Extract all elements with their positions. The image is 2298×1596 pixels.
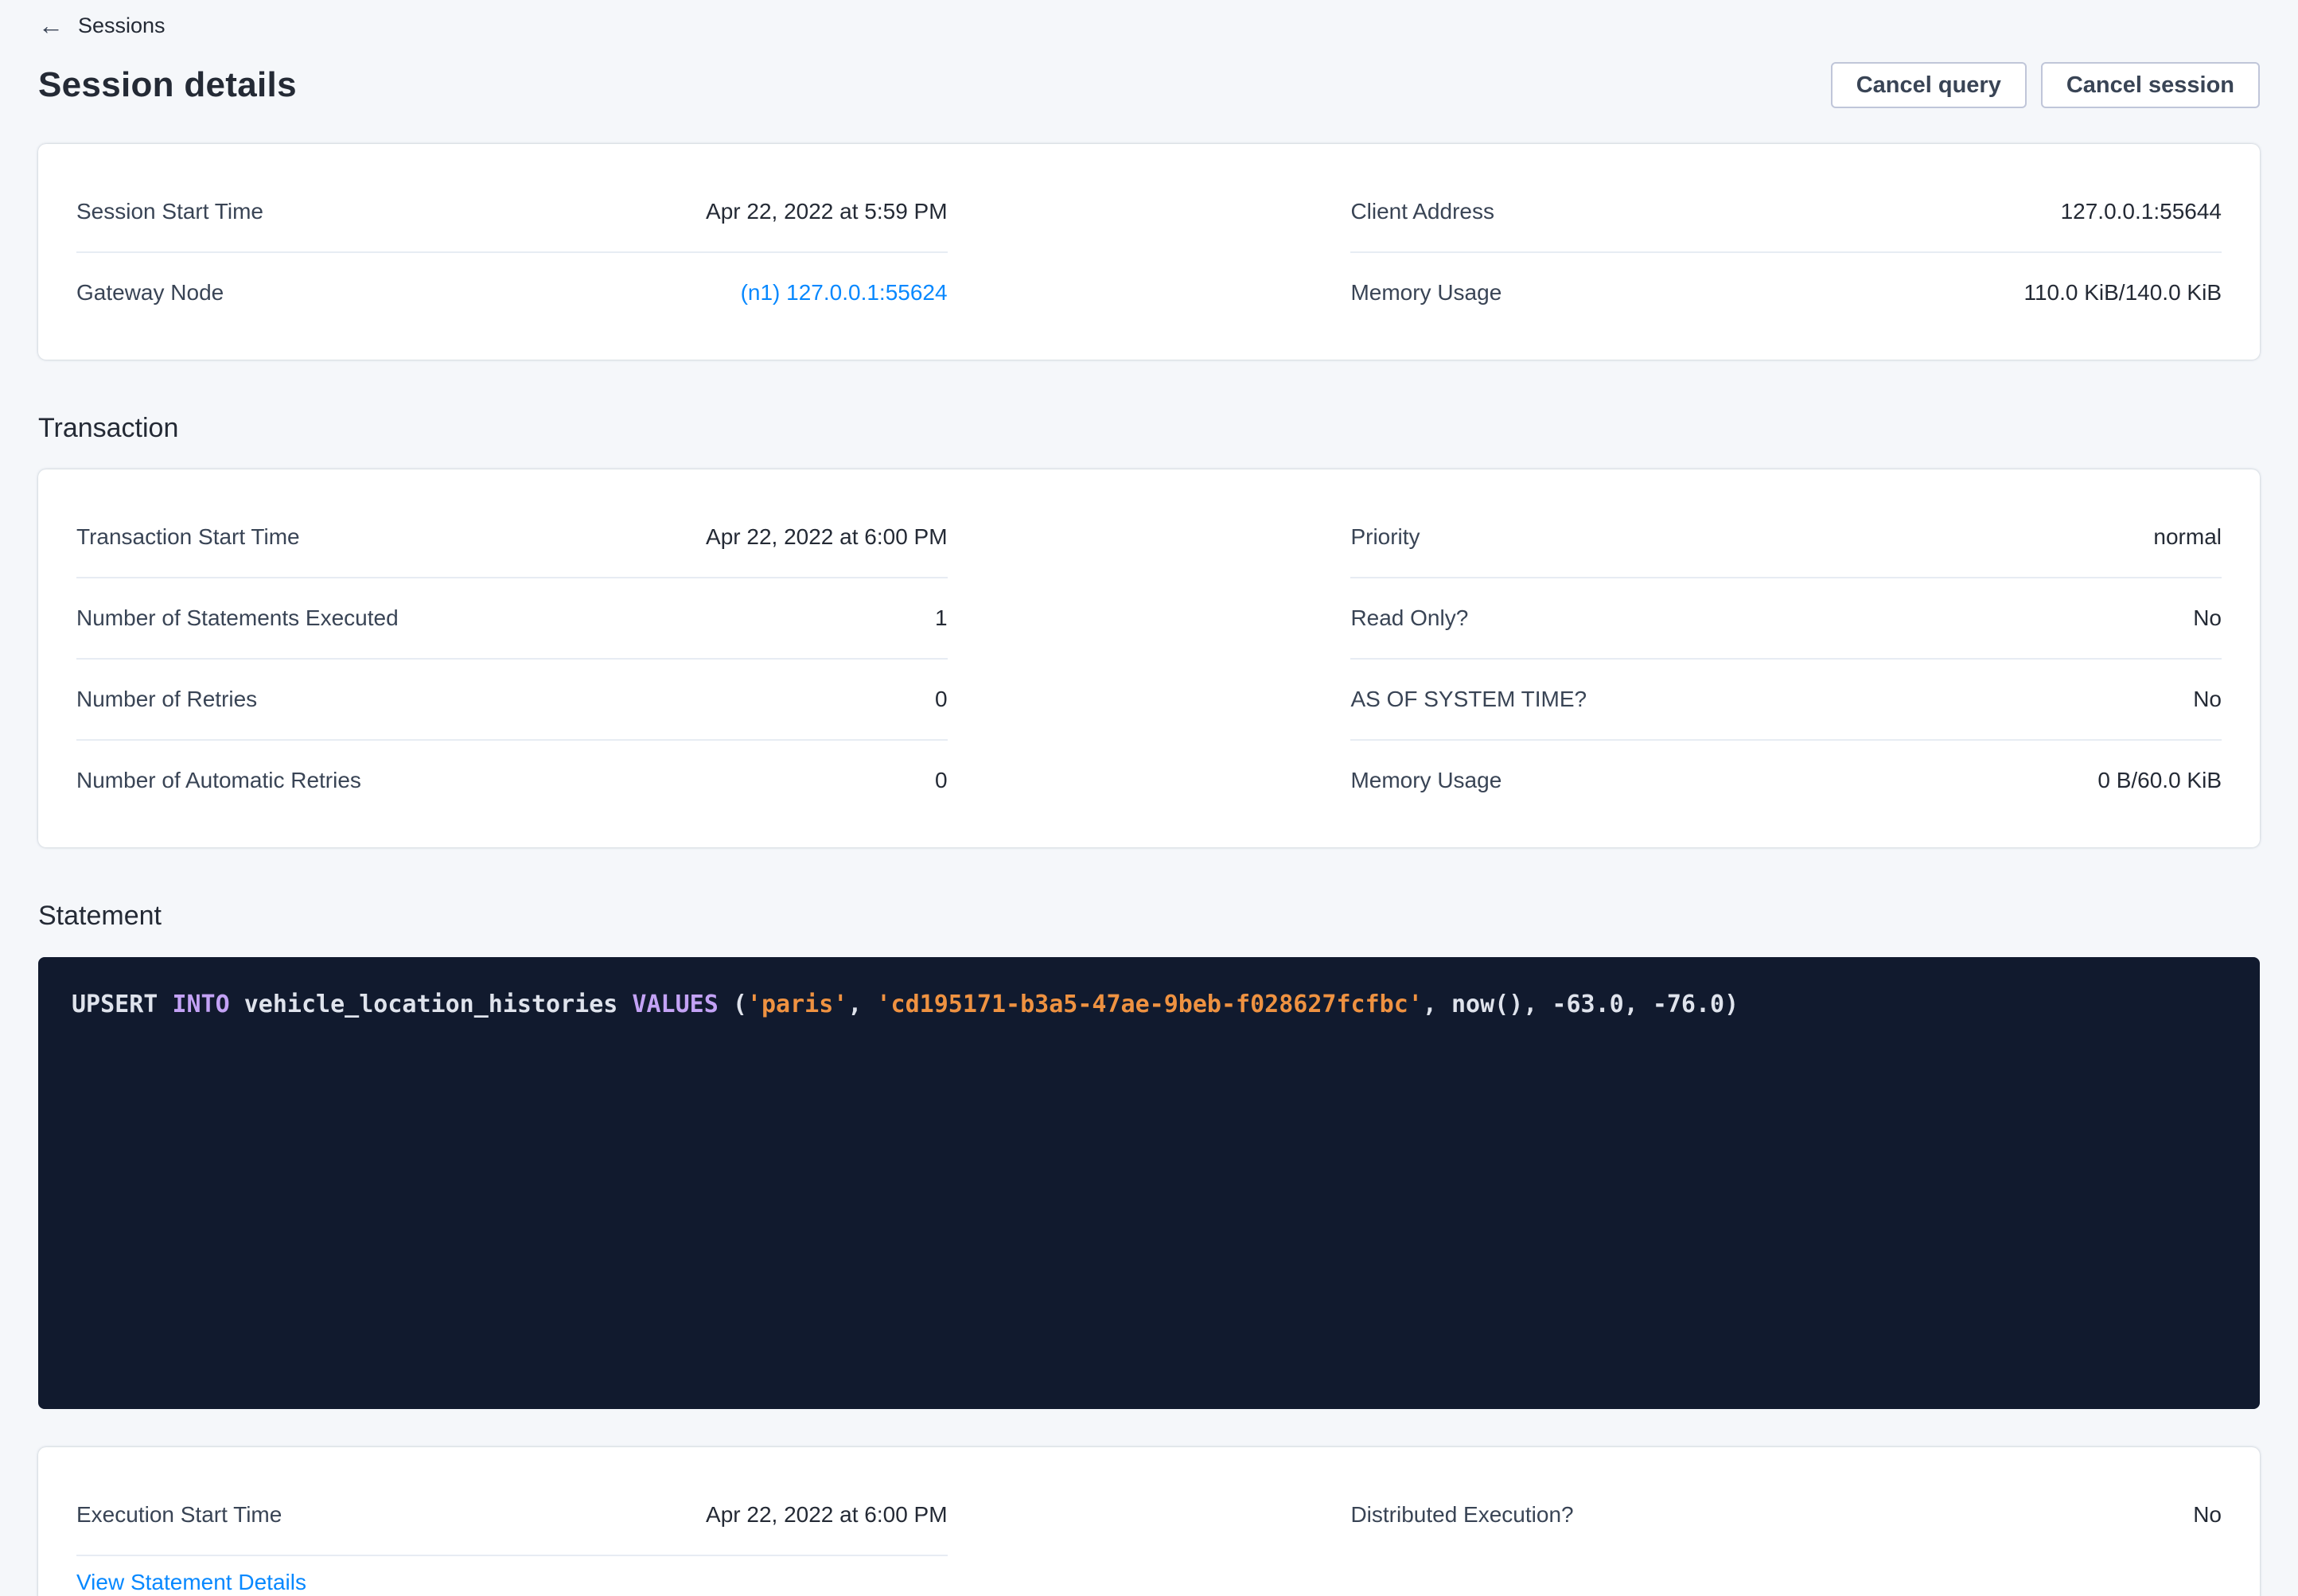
distributed-execution-row: Distributed Execution? No [1350,1475,2222,1555]
statement-section-title: Statement [38,900,2260,932]
row-value: No [2193,686,2222,713]
session-memory-usage-row: Memory Usage 110.0 KiB/140.0 KiB [1350,253,2222,333]
sql-token-plain: , now(), -63.0, -76.0) [1423,991,1739,1018]
row-value: No [2193,605,2222,632]
statement-sql-box: UPSERT INTO vehicle_location_histories V… [38,957,2260,1409]
sql-token-plain: UPSERT [72,991,172,1018]
transaction-section-title: Transaction [38,412,2260,444]
row-label: Execution Start Time [76,1501,282,1528]
row-label: Number of Automatic Retries [76,767,361,794]
sql-token-plain: ( [719,991,747,1018]
automatic-retries-row: Number of Automatic Retries 0 [76,741,948,820]
number-of-retries-row: Number of Retries 0 [76,660,948,741]
statements-executed-row: Number of Statements Executed 1 [76,578,948,660]
header-actions: Cancel query Cancel session [1831,62,2260,108]
page-header: Session details Cancel query Cancel sess… [38,62,2260,108]
row-value: 0 B/60.0 KiB [2097,767,2222,794]
page-title: Session details [38,65,297,105]
session-summary-card: Session Start Time Apr 22, 2022 at 5:59 … [38,144,2260,360]
row-label: Read Only? [1350,605,1468,632]
sql-token-string: 'paris' [747,991,847,1018]
sql-token-keyword: VALUES [632,991,718,1018]
priority-row: Priority normal [1350,497,2222,578]
execution-card: Execution Start Time Apr 22, 2022 at 6:0… [38,1447,2260,1596]
row-label: Priority [1350,524,1420,551]
row-value: No [2193,1501,2222,1528]
row-label: Gateway Node [76,279,224,306]
row-value: Apr 22, 2022 at 6:00 PM [706,1501,948,1528]
as-of-system-time-row: AS OF SYSTEM TIME? No [1350,660,2222,741]
view-statement-details-link[interactable]: View Statement Details [76,1569,306,1596]
row-label: Transaction Start Time [76,524,300,551]
cancel-session-button[interactable]: Cancel session [2041,62,2260,108]
row-value: 127.0.0.1:55644 [2061,198,2222,225]
breadcrumb-label: Sessions [78,13,166,38]
back-arrow-icon: ← [38,13,64,38]
row-value: Apr 22, 2022 at 6:00 PM [706,524,948,551]
row-value: Apr 22, 2022 at 5:59 PM [706,198,948,225]
row-value: 1 [935,605,948,632]
statement-sql-text: UPSERT INTO vehicle_location_histories V… [72,991,1739,1018]
transaction-start-time-row: Transaction Start Time Apr 22, 2022 at 6… [76,497,948,578]
session-card-left-column: Session Start Time Apr 22, 2022 at 5:59 … [76,172,948,333]
row-value: normal [2153,524,2222,551]
row-value: 0 [935,686,948,713]
row-label: AS OF SYSTEM TIME? [1350,686,1587,713]
row-value: 110.0 KiB/140.0 KiB [2023,279,2222,306]
session-start-time-row: Session Start Time Apr 22, 2022 at 5:59 … [76,172,948,253]
breadcrumb-back-sessions[interactable]: ← Sessions [38,13,166,38]
session-card-right-column: Client Address 127.0.0.1:55644 Memory Us… [1350,172,2222,333]
sql-token-string: 'cd195171-b3a5-47ae-9beb-f028627fcfbc' [876,991,1422,1018]
row-label: Number of Retries [76,686,257,713]
transaction-card: Transaction Start Time Apr 22, 2022 at 6… [38,469,2260,847]
transaction-card-left-column: Transaction Start Time Apr 22, 2022 at 6… [76,497,948,820]
row-label: Number of Statements Executed [76,605,399,632]
transaction-memory-usage-row: Memory Usage 0 B/60.0 KiB [1350,741,2222,820]
row-label: Memory Usage [1350,767,1501,794]
sql-token-keyword: INTO [172,991,229,1018]
row-value: 0 [935,767,948,794]
row-label: Memory Usage [1350,279,1501,306]
row-label: Client Address [1350,198,1494,225]
row-label: Distributed Execution? [1350,1501,1573,1528]
session-details-page: ← Sessions Session details Cancel query … [0,0,2298,1596]
execution-card-right-column: Distributed Execution? No [1350,1475,2222,1596]
cancel-query-button[interactable]: Cancel query [1831,62,2027,108]
gateway-node-row: Gateway Node (n1) 127.0.0.1:55624 [76,253,948,333]
execution-start-time-row: Execution Start Time Apr 22, 2022 at 6:0… [76,1475,948,1556]
gateway-node-link[interactable]: (n1) 127.0.0.1:55624 [741,279,948,306]
sql-token-plain: vehicle_location_histories [230,991,633,1018]
execution-card-left-column: Execution Start Time Apr 22, 2022 at 6:0… [76,1475,948,1596]
client-address-row: Client Address 127.0.0.1:55644 [1350,172,2222,253]
read-only-row: Read Only? No [1350,578,2222,660]
row-label: Session Start Time [76,198,263,225]
transaction-card-right-column: Priority normal Read Only? No AS OF SYST… [1350,497,2222,820]
sql-token-plain: , [847,991,876,1018]
